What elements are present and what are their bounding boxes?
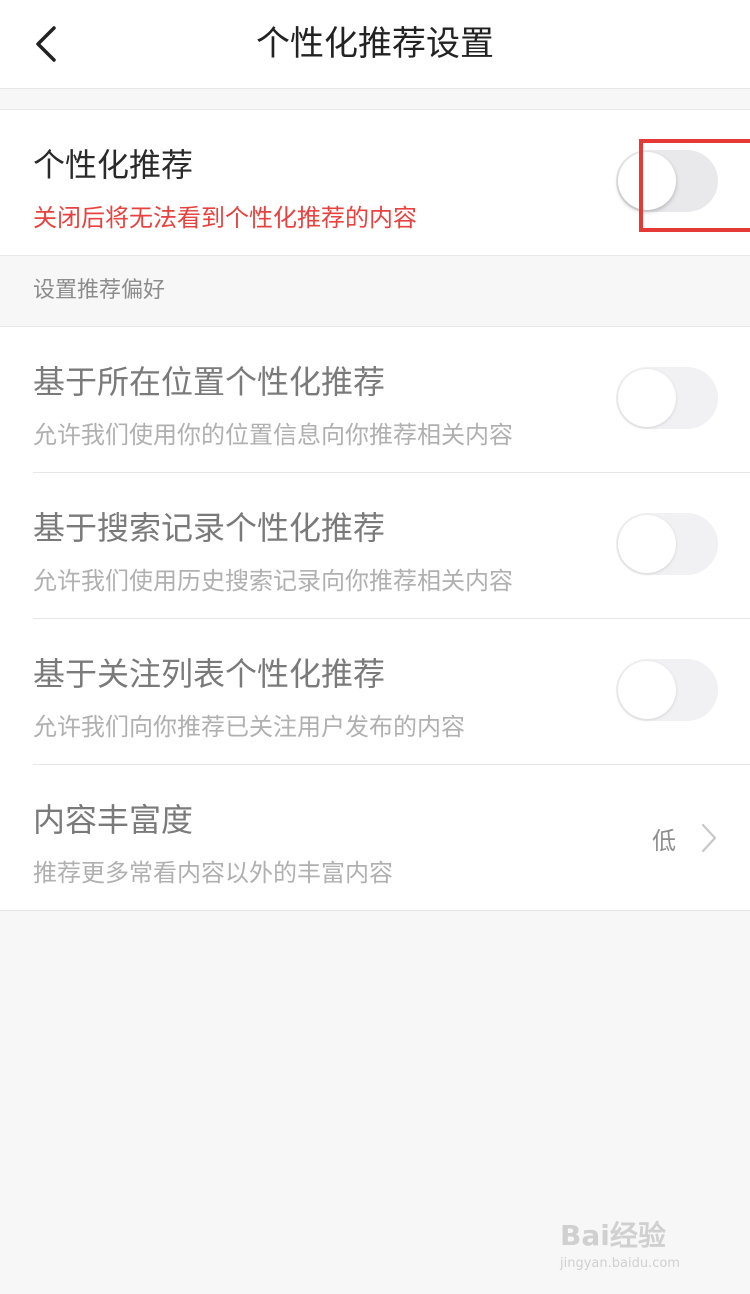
richness-value: 低: [652, 827, 676, 855]
row-title: 个性化推荐: [33, 146, 194, 184]
section-header: 设置推荐偏好: [33, 278, 166, 303]
search-history-recommendation-row: 基于搜索记录个性化推荐 允许我们使用历史搜索记录向你推荐相关内容: [33, 472, 750, 618]
following-list-recommendation-toggle[interactable]: [616, 659, 718, 721]
baidu-jingyan-watermark: Bai经验 jingyan.baidu.com: [560, 1214, 710, 1274]
highlight-annotation-box: [639, 139, 750, 232]
chevron-right-icon: [701, 823, 717, 853]
preferences-card: 基于所在位置个性化推荐 允许我们使用你的位置信息向你推荐相关内容 基于搜索记录个…: [0, 326, 750, 911]
top-navigation-bar: 个性化推荐设置: [0, 0, 750, 89]
location-recommendation-toggle[interactable]: [616, 367, 718, 429]
row-title: 基于搜索记录个性化推荐: [33, 509, 386, 547]
search-history-recommendation-toggle[interactable]: [616, 513, 718, 575]
location-recommendation-row: 基于所在位置个性化推荐 允许我们使用你的位置信息向你推荐相关内容: [33, 327, 750, 472]
toggle-knob: [618, 661, 676, 719]
row-title: 内容丰富度: [33, 801, 194, 839]
row-subtitle: 推荐更多常看内容以外的丰富内容: [33, 859, 393, 887]
toggle-knob: [618, 369, 676, 427]
page-title: 个性化推荐设置: [256, 24, 494, 64]
content-richness-row[interactable]: 内容丰富度 推荐更多常看内容以外的丰富内容 低: [33, 764, 750, 910]
watermark-url: jingyan.baidu.com: [560, 1256, 680, 1271]
row-title: 基于所在位置个性化推荐: [33, 363, 386, 401]
row-title: 基于关注列表个性化推荐: [33, 655, 386, 693]
following-list-recommendation-row: 基于关注列表个性化推荐 允许我们向你推荐已关注用户发布的内容: [33, 618, 750, 764]
main-setting-card: 个性化推荐 关闭后将无法看到个性化推荐的内容: [0, 109, 750, 256]
watermark-brand: Bai经验: [560, 1219, 666, 1252]
row-subtitle: 允许我们使用历史搜索记录向你推荐相关内容: [33, 567, 513, 595]
row-subtitle: 允许我们向你推荐已关注用户发布的内容: [33, 713, 465, 741]
row-subtitle: 允许我们使用你的位置信息向你推荐相关内容: [33, 421, 513, 449]
personalized-recommendation-row: 个性化推荐 关闭后将无法看到个性化推荐的内容: [33, 110, 750, 255]
toggle-knob: [618, 515, 676, 573]
warning-subtitle: 关闭后将无法看到个性化推荐的内容: [33, 204, 417, 232]
